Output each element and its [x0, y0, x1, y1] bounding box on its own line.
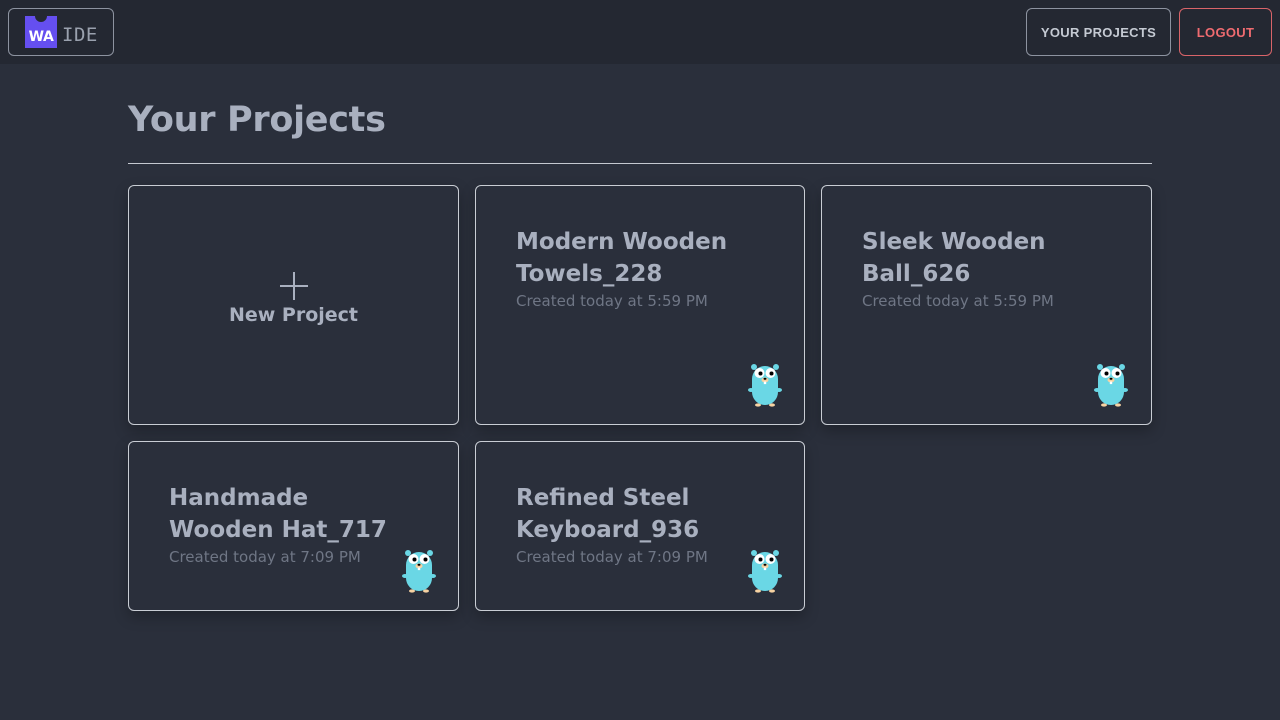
- logo-text: IDE: [62, 24, 98, 46]
- logout-button[interactable]: LOGOUT: [1179, 8, 1272, 56]
- gopher-icon: [401, 546, 437, 594]
- plus-icon: [279, 272, 308, 300]
- project-created-date: Created today at 5:59 PM: [516, 292, 708, 310]
- your-projects-button[interactable]: YOUR PROJECTS: [1026, 8, 1171, 56]
- project-name: Refined Steel Keyboard_936: [516, 485, 700, 543]
- project-created-date: Created today at 7:09 PM: [169, 548, 361, 566]
- project-name: Modern Wooden Towels_228: [516, 229, 728, 287]
- project-created-date: Created today at 7:09 PM: [516, 548, 708, 566]
- top-navbar: WA IDE YOUR PROJECTS LOGOUT: [0, 0, 1280, 64]
- new-project-label: New Project: [228, 304, 359, 326]
- project-card[interactable]: Refined Steel Keyboard_936 Created today…: [475, 441, 805, 611]
- project-card[interactable]: Handmade Wooden Hat_717 Created today at…: [128, 441, 459, 611]
- logo-mark-text: WA: [28, 29, 54, 45]
- new-project-card[interactable]: New Project: [128, 185, 459, 425]
- home-logo-link[interactable]: WA IDE: [8, 8, 114, 56]
- gopher-icon: [747, 360, 783, 408]
- project-name: Sleek Wooden Ball_626: [862, 229, 1046, 287]
- project-card[interactable]: Sleek Wooden Ball_626 Created today at 5…: [821, 185, 1152, 425]
- gopher-icon: [747, 546, 783, 594]
- project-created-date: Created today at 5:59 PM: [862, 292, 1054, 310]
- page-title: Your Projects: [128, 100, 386, 140]
- project-card[interactable]: Modern Wooden Towels_228 Created today a…: [475, 185, 805, 425]
- gopher-icon: [1093, 360, 1129, 408]
- project-name: Handmade Wooden Hat_717: [169, 485, 387, 543]
- wasm-logo-icon: WA: [25, 16, 57, 48]
- title-divider: [128, 163, 1152, 164]
